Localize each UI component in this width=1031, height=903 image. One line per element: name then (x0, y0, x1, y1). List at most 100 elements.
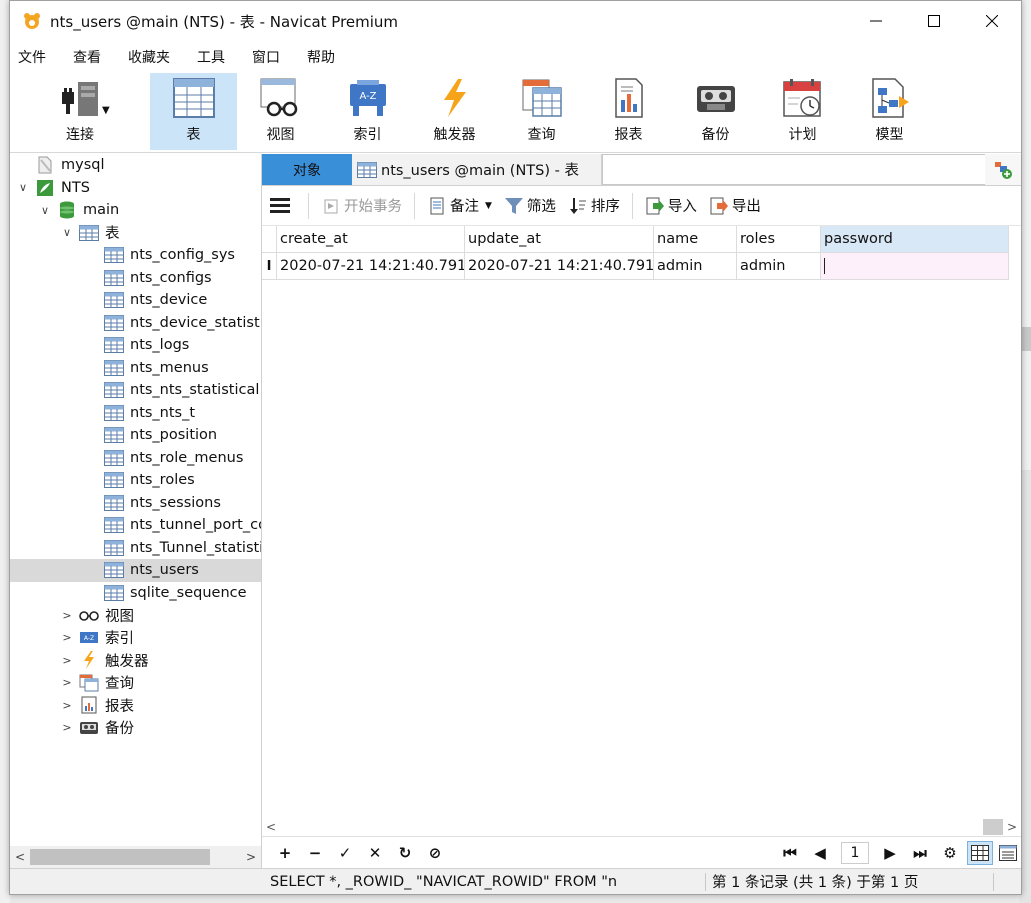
cell-name[interactable]: admin (654, 253, 737, 280)
chevron-right-icon[interactable]: > (60, 721, 74, 735)
tree-group-item[interactable]: > 查询 (10, 672, 261, 695)
tree-item-nts[interactable]: ∨ NTS (10, 177, 261, 200)
sort-button[interactable]: 排序 (568, 195, 620, 216)
toolbar-query-button[interactable]: 查询 (498, 73, 585, 150)
refresh-icon[interactable]: ↻ (390, 844, 420, 862)
tree-horizontal-scrollbar[interactable]: < > (10, 846, 261, 868)
tree-item-tables[interactable]: ∨ 表 (10, 222, 261, 245)
chevron-down-icon[interactable]: ∨ (16, 181, 30, 195)
cell-roles[interactable]: admin (737, 253, 821, 280)
cell-update-at[interactable]: 2020-07-21 14:21:40.7919 (465, 253, 654, 280)
next-page-icon[interactable]: ▶ (875, 844, 905, 862)
tree-group-item[interactable]: > A-Z 索引 (10, 627, 261, 650)
tree-table-item[interactable]: nts_nts_t (10, 402, 261, 425)
tree-group-item[interactable]: > 备份 (10, 717, 261, 740)
tree-table-item[interactable]: nts_device (10, 289, 261, 312)
tree-table-item[interactable]: sqlite_sequence (10, 582, 261, 605)
apply-changes-icon[interactable]: ✓ (330, 844, 360, 862)
scrollbar-thumb[interactable] (983, 819, 1003, 835)
menu-tools[interactable]: 工具 (197, 47, 242, 67)
chevron-right-icon[interactable]: > (60, 653, 74, 667)
discard-changes-icon[interactable]: ✕ (360, 844, 390, 862)
tree-table-item[interactable]: nts_Tunnel_statisti (10, 537, 261, 560)
toolbar-schedule-button[interactable]: 计划 (759, 73, 846, 150)
tree-table-item[interactable]: nts_logs (10, 334, 261, 357)
table-row[interactable]: I 2020-07-21 14:21:40.7919 2020-07-21 14… (262, 253, 1021, 280)
tree-table-item[interactable]: nts_configs (10, 267, 261, 290)
page-number-input[interactable]: 1 (841, 841, 869, 864)
tree-table-item[interactable]: nts_roles (10, 469, 261, 492)
grid-horizontal-scrollbar[interactable]: < > (262, 818, 1021, 836)
first-page-icon[interactable]: ⏮ (775, 844, 805, 862)
tree-table-item[interactable]: nts_menus (10, 357, 261, 380)
tree-group-item[interactable]: > 报表 (10, 694, 261, 717)
column-header-name[interactable]: name (654, 226, 737, 253)
chevron-right-icon[interactable]: > (60, 698, 74, 712)
menu-file[interactable]: 文件 (18, 47, 63, 67)
grid-view-button[interactable] (967, 840, 993, 865)
cell-password-editing[interactable] (821, 253, 1009, 280)
toolbar-model-button[interactable]: 模型 (846, 73, 933, 150)
close-button[interactable] (963, 1, 1021, 41)
menu-help[interactable]: 帮助 (307, 47, 352, 67)
scroll-right-icon[interactable]: > (241, 850, 261, 864)
filter-button[interactable]: 筛选 (504, 195, 556, 216)
import-button[interactable]: 导入 (645, 195, 697, 216)
tree-table-item[interactable]: nts_config_sys (10, 244, 261, 267)
column-header-update-at[interactable]: update_at (465, 226, 654, 253)
begin-transaction-button[interactable]: 开始事务 (321, 195, 402, 216)
menu-window[interactable]: 窗口 (252, 47, 297, 67)
tree-table-item[interactable]: nts_users (10, 559, 261, 582)
connect-dropdown-icon[interactable]: ▼ (102, 105, 110, 116)
scrollbar-thumb[interactable] (30, 849, 210, 865)
note-button[interactable]: 备注 ▼ (427, 195, 492, 216)
delete-record-icon[interactable]: − (300, 844, 330, 862)
toolbar-view-button[interactable]: 视图 (237, 73, 324, 150)
menu-favorites[interactable]: 收藏夹 (128, 47, 187, 67)
column-header-roles[interactable]: roles (737, 226, 821, 253)
toolbar-index-button[interactable]: A-Z 索引 (324, 73, 411, 150)
tab-nts-users[interactable]: nts_users @main (NTS) - 表 (352, 154, 602, 185)
toolbar-report-button[interactable]: 报表 (585, 73, 672, 150)
scroll-right-icon[interactable]: > (1003, 820, 1021, 834)
toolbar-backup-button[interactable]: 备份 (672, 73, 759, 150)
maximize-button[interactable] (905, 1, 963, 41)
scroll-left-icon[interactable]: < (262, 820, 280, 834)
settings-gear-icon[interactable]: ⚙ (935, 844, 965, 862)
last-page-icon[interactable]: ⏭ (905, 844, 935, 862)
scroll-left-icon[interactable]: < (10, 850, 30, 864)
column-header-password[interactable]: password (821, 226, 1009, 253)
tree-table-item[interactable]: nts_device_statisti (10, 312, 261, 335)
chevron-down-icon[interactable]: ∨ (60, 226, 74, 240)
tree-item-main[interactable]: ∨ main (10, 199, 261, 222)
add-record-icon[interactable]: + (270, 844, 300, 862)
tree-group-item[interactable]: > 视图 (10, 604, 261, 627)
tree-group-item[interactable]: > 触发器 (10, 649, 261, 672)
toolbar-table-button[interactable]: 表 (150, 73, 237, 150)
chevron-right-icon[interactable]: > (60, 631, 74, 645)
note-dropdown-icon[interactable]: ▼ (485, 201, 492, 211)
minimize-button[interactable] (847, 1, 905, 41)
tree-table-item[interactable]: nts_nts_statistical (10, 379, 261, 402)
menu-view[interactable]: 查看 (73, 47, 118, 67)
tree-item-mysql[interactable]: mysql (10, 154, 261, 177)
toolbar-trigger-button[interactable]: 触发器 (411, 73, 498, 150)
chevron-down-icon[interactable]: ∨ (38, 203, 52, 217)
hamburger-menu-icon[interactable] (270, 195, 290, 216)
column-header-create-at[interactable]: create_at (277, 226, 465, 253)
new-tab-button[interactable] (985, 154, 1021, 185)
query-icon (520, 76, 564, 120)
tree-table-item[interactable]: nts_role_menus (10, 447, 261, 470)
stop-icon[interactable]: ⊘ (420, 844, 450, 862)
chevron-right-icon[interactable]: > (60, 676, 74, 690)
cell-create-at[interactable]: 2020-07-21 14:21:40.7919 (277, 253, 465, 280)
form-view-button[interactable] (995, 841, 1021, 865)
tree-table-item[interactable]: nts_sessions (10, 492, 261, 515)
chevron-right-icon[interactable]: > (60, 608, 74, 622)
previous-page-icon[interactable]: ◀ (805, 844, 835, 862)
tree-table-item[interactable]: nts_position (10, 424, 261, 447)
connect-button[interactable]: ▼ 连接 (10, 73, 150, 150)
export-button[interactable]: 导出 (709, 195, 761, 216)
tree-table-item[interactable]: nts_tunnel_port_co (10, 514, 261, 537)
tab-objects[interactable]: 对象 (262, 154, 352, 185)
